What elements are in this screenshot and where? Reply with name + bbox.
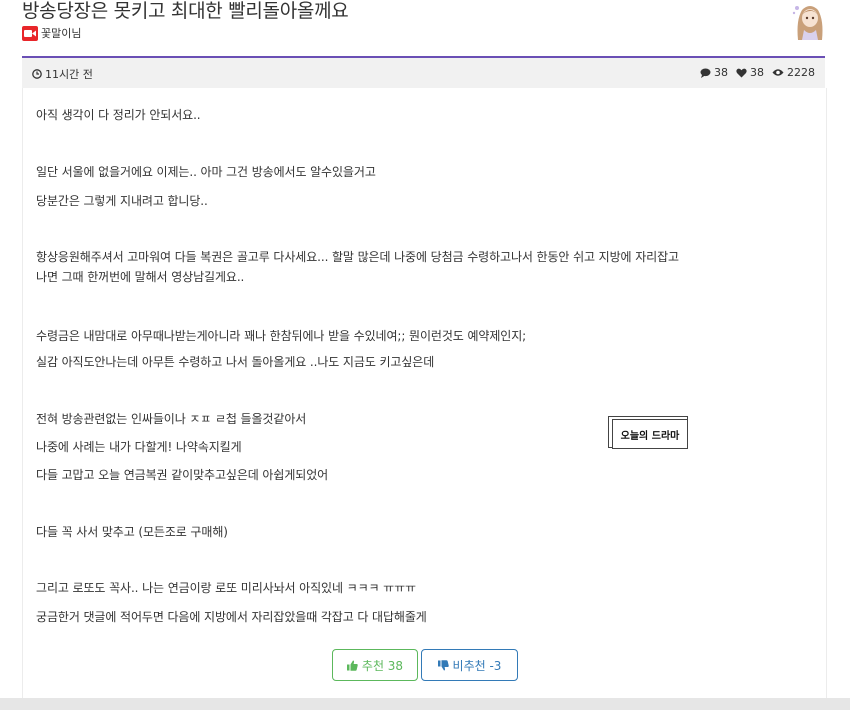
clock-icon [32,69,42,79]
avatar[interactable] [788,0,832,40]
content-line: 다들 꼭 사서 맞추고 (모든조로 구매해) [36,525,228,539]
post-time-text: 11시간 전 [45,68,93,81]
content-line: 나중에 사례는 내가 다할게! 나약속지킬게 [36,440,242,454]
like-count: 38 [736,66,764,79]
content-line: 항상응원해주셔서 고마워여 다들 복권은 골고루 다사세요... 할말 많은데 … [36,250,679,264]
watermark-text: 오늘의 드라마 [612,419,688,449]
thumbs-up-icon [346,660,358,671]
comment-count-value: 38 [714,66,728,79]
like-count-value: 38 [750,66,764,79]
post-content: 아직 생각이 다 정리가 안되서요.. 일단 서울에 없을거에요 이제는.. 아… [22,88,827,698]
content-line: 아직 생각이 다 정리가 안되서요.. [36,108,201,122]
author-name[interactable]: 꽃말이님 [41,25,81,41]
post-title: 방송당장은 못키고 최대한 빨리돌아올께요 [22,0,349,22]
content-line: 나면 그때 한꺼번에 말해서 영상남길게요.. [36,270,245,284]
content-line: 전혀 방송관련없는 인싸들이나 ㅈㅍ ㄹ첩 들올것같아서 [36,412,307,426]
heart-icon [736,68,747,77]
upvote-label: 추천 38 [361,658,404,673]
upvote-button[interactable]: 추천 38 [332,649,418,681]
downvote-button[interactable]: 비추천 -3 [421,649,518,681]
post-meta-bar: 11시간 전 38 38 2228 [22,58,825,88]
content-line: 그리고 로또도 꼭사.. 나는 연금이랑 로또 미리사놔서 아직있네 ㅋㅋㅋ ㅠ… [36,581,417,595]
content-line: 일단 서울에 없을거에요 이제는.. 아마 그건 방송에서도 알수있을거고 [36,165,376,179]
content-line: 수령금은 내맘대로 아무때나받는게아니라 꽤나 한참뒤에나 받을 수있네여;; … [36,329,527,343]
content-line: 당분간은 그렇게 지내려고 합니당.. [36,194,208,208]
downvote-label: 비추천 -3 [452,658,502,673]
comment-count: 38 [700,66,728,79]
thumbs-down-icon [437,659,449,670]
post-stats: 38 38 2228 [692,66,815,79]
post-time: 11시간 전 [32,66,93,82]
view-count-value: 2228 [787,66,815,79]
video-camera-icon [22,25,38,41]
content-line: 실감 아직도안나는데 아무튼 수령하고 나서 돌아올게요 ..나도 지금도 키고… [36,355,435,369]
eye-icon [772,69,784,76]
content-line: 궁금한거 댓글에 적어두면 다음에 지방에서 자리잡았을때 각잡고 다 대답해줄… [36,610,427,624]
view-count: 2228 [772,66,815,79]
watermark-logo: 오늘의 드라마 [608,416,688,450]
horizontal-scrollbar[interactable] [0,698,850,710]
content-line: 다들 고맙고 오늘 연금복권 같이맞추고싶은데 아쉽게되었어 [36,468,329,482]
author-info[interactable]: 꽃말이님 [22,25,81,41]
comment-icon [700,68,711,78]
